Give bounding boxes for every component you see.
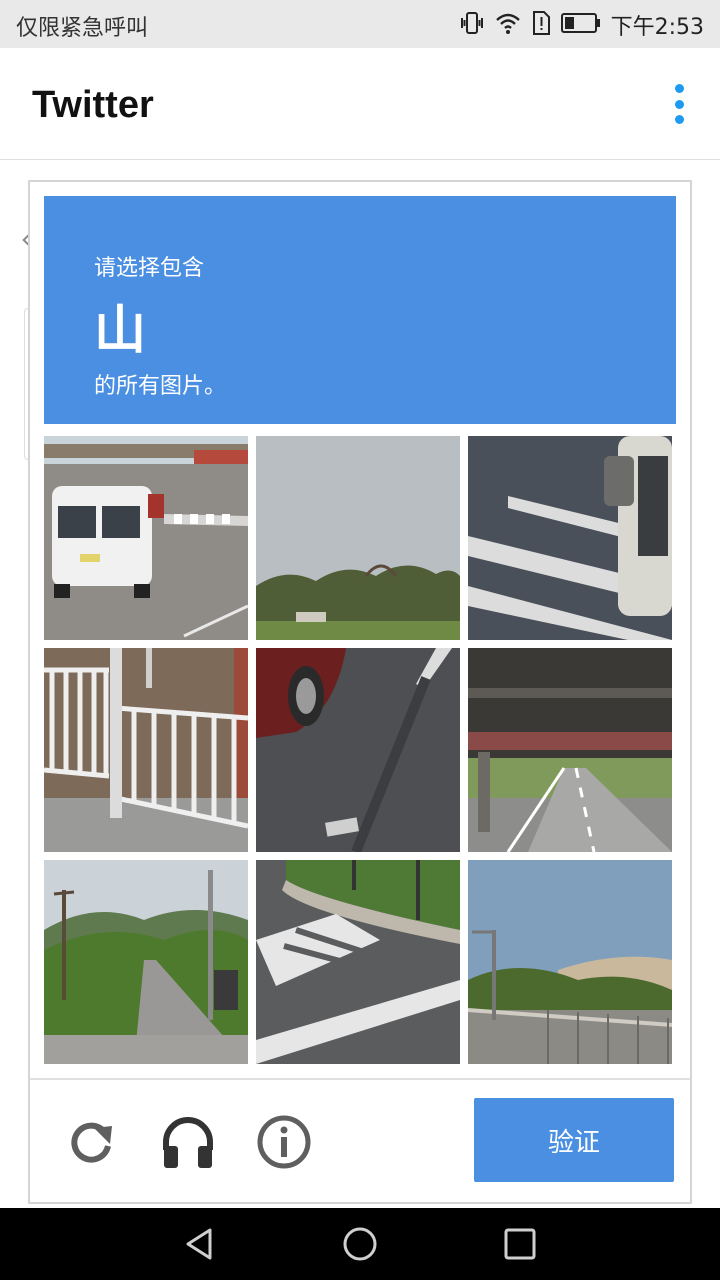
overflow-menu-icon[interactable]: [674, 84, 684, 124]
bridge-road-image: [468, 648, 672, 852]
captcha-prompt: 请选择包含 山 的所有图片。: [44, 196, 676, 424]
crosswalk-truck-image: [468, 436, 672, 640]
battery-icon: [560, 12, 601, 38]
mountain-road-image: [44, 860, 248, 1064]
captcha-tile[interactable]: [256, 860, 460, 1064]
hills-fence-image: [468, 860, 672, 1064]
asphalt-car-image: [256, 648, 460, 852]
home-icon[interactable]: [342, 1226, 378, 1262]
curb-crosswalk-image: [256, 860, 460, 1064]
prompt-keyword: 山: [94, 301, 147, 361]
captcha-tile[interactable]: [256, 648, 460, 852]
captcha-tile[interactable]: [468, 860, 672, 1064]
street-van-image: [44, 436, 248, 640]
status-bar: 仅限紧急呼叫 下午2:53: [0, 0, 720, 48]
sim-alert-icon: [531, 10, 551, 40]
menu-dot: [674, 84, 684, 93]
menu-dot: [674, 99, 684, 109]
prompt-line-1: 请选择包含: [94, 256, 205, 281]
app-title: Twitter: [32, 84, 154, 126]
captcha-tile[interactable]: [44, 860, 248, 1064]
vibrate-icon: [459, 10, 485, 40]
sky-trees-image: [256, 436, 460, 640]
back-icon[interactable]: [182, 1226, 218, 1262]
recents-icon[interactable]: [502, 1226, 538, 1262]
captcha-tile[interactable]: [468, 648, 672, 852]
clock: 下午2:53: [610, 15, 704, 40]
prompt-line-2: 的所有图片。: [94, 374, 227, 399]
system-nav-bar: [0, 1208, 720, 1280]
captcha-tile[interactable]: [44, 436, 248, 640]
headphones-icon[interactable]: [160, 1114, 216, 1170]
captcha-tile[interactable]: [44, 648, 248, 852]
captcha-dialog: 请选择包含 山 的所有图片。 验证: [28, 180, 692, 1204]
status-icons: 下午2:53: [459, 9, 704, 41]
app-bar: Twitter: [0, 48, 720, 160]
captcha-image-grid: [44, 436, 676, 1066]
carrier-text: 仅限紧急呼叫: [16, 16, 149, 41]
captcha-tile[interactable]: [256, 436, 460, 640]
wifi-icon: [495, 10, 521, 40]
captcha-footer: 验证: [30, 1078, 690, 1202]
verify-button[interactable]: 验证: [474, 1098, 674, 1182]
info-icon[interactable]: [256, 1114, 312, 1170]
fence-image: [44, 648, 248, 852]
captcha-tile[interactable]: [468, 436, 672, 640]
menu-dot: [674, 115, 684, 124]
reload-icon[interactable]: [64, 1114, 120, 1170]
